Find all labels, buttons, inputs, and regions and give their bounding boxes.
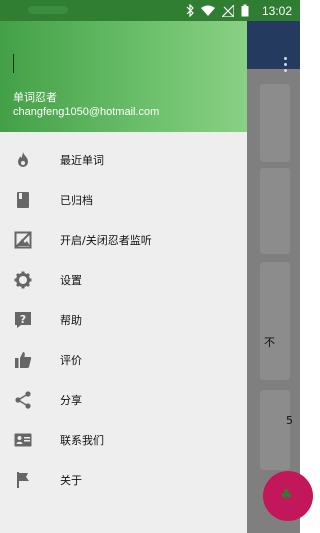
menu-item-help[interactable]: ? 帮助 <box>0 300 247 340</box>
leaf-icon: ♣ <box>280 487 293 503</box>
navigation-drawer: 单词忍者 changfeng1050@hotmail.com 最近单词 已归档 … <box>0 21 247 533</box>
wifi-icon <box>200 5 215 16</box>
background-card <box>260 84 290 162</box>
menu-item-label: 评价 <box>60 354 82 367</box>
menu-item-archived[interactable]: 已归档 <box>0 180 247 220</box>
book-icon <box>17 192 29 208</box>
clock: 13:02 <box>261 3 292 18</box>
image-icon <box>14 231 32 249</box>
status-icons: 13:02 <box>186 3 292 18</box>
background-card <box>260 390 290 470</box>
background-card <box>260 168 290 254</box>
no-signal-icon <box>221 4 234 17</box>
menu-item-label: 关于 <box>60 474 82 487</box>
menu-item-about[interactable]: 关于 <box>0 460 247 500</box>
menu-item-rate[interactable]: 评价 <box>0 340 247 380</box>
drawer-menu: 最近单词 已归档 开启/关闭忍者监听 设置 ? 帮助 评价 分享 联系我们 关于 <box>0 140 247 500</box>
menu-item-recent-words[interactable]: 最近单词 <box>0 140 247 180</box>
fab-button[interactable]: ♣ <box>263 471 313 521</box>
menu-item-toggle-monitor[interactable]: 开启/关闭忍者监听 <box>0 220 247 260</box>
help-icon: ? <box>15 312 31 328</box>
svg-text:?: ? <box>20 313 26 326</box>
share-icon <box>15 391 31 409</box>
account-email: changfeng1050@hotmail.com <box>13 106 160 118</box>
menu-item-label: 开启/关闭忍者监听 <box>60 234 152 247</box>
menu-item-label: 帮助 <box>60 314 82 327</box>
menu-item-label: 分享 <box>60 394 82 407</box>
menu-item-share[interactable]: 分享 <box>0 380 247 420</box>
status-bar: 13:02 <box>0 0 300 21</box>
menu-item-contact[interactable]: 联系我们 <box>0 420 247 460</box>
app-name: 单词忍者 <box>13 91 57 104</box>
gear-icon <box>14 271 32 289</box>
flame-icon <box>18 152 28 167</box>
battery-icon <box>241 4 249 17</box>
background-card <box>260 262 290 380</box>
background-text: 不 <box>264 336 275 349</box>
menu-item-label: 最近单词 <box>60 154 104 167</box>
text-cursor <box>13 54 14 73</box>
overflow-menu-icon[interactable] <box>284 57 288 75</box>
contact-card-icon <box>14 433 32 447</box>
background-text: 5 <box>286 414 293 427</box>
drawer-header: 单词忍者 changfeng1050@hotmail.com <box>0 21 247 132</box>
bluetooth-icon <box>186 4 194 17</box>
flag-icon <box>17 472 29 488</box>
menu-item-label: 联系我们 <box>60 434 104 447</box>
thumbs-up-icon <box>15 352 32 368</box>
menu-item-label: 已归档 <box>60 194 93 207</box>
notification-placeholder <box>28 6 68 14</box>
menu-item-settings[interactable]: 设置 <box>0 260 247 300</box>
menu-item-label: 设置 <box>60 274 82 287</box>
